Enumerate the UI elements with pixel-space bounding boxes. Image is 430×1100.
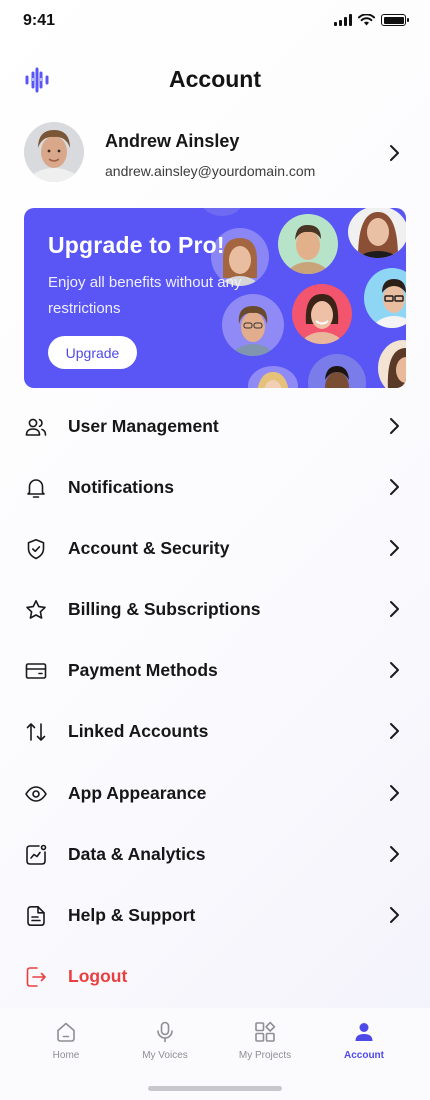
chevron-right-icon xyxy=(390,145,399,161)
menu-item-label: User Management xyxy=(68,416,219,436)
profile-name: Andrew Ainsley xyxy=(105,131,240,151)
menu-item-label: Account & Security xyxy=(68,538,230,559)
face-avatar xyxy=(248,366,298,388)
profile-row[interactable]: Andrew Ainsley andrew.ainsley@yourdomain… xyxy=(24,122,406,186)
arrows-icon xyxy=(26,723,46,742)
chevron-right-icon xyxy=(390,845,399,862)
menu-item-app-appearance[interactable]: App Appearance xyxy=(24,763,406,824)
menu-item-label: Linked Accounts xyxy=(68,721,209,742)
menu-item-account-security[interactable]: Account & Security xyxy=(24,518,406,579)
chevron-right-icon xyxy=(390,784,399,801)
chevron-right-icon xyxy=(390,906,399,923)
menu-item-label: Notifications xyxy=(68,477,174,498)
page-title: Account xyxy=(169,66,261,92)
grid-icon xyxy=(255,1021,276,1042)
chevron-right-icon xyxy=(390,601,399,618)
menu-item-user-management[interactable]: User Management xyxy=(24,396,406,457)
microphone-icon xyxy=(157,1021,173,1043)
menu-item-label: Payment Methods xyxy=(68,660,218,681)
nav-label: My Voices xyxy=(142,1050,188,1061)
wifi-icon xyxy=(358,14,375,26)
star-icon xyxy=(26,600,46,620)
header: Account xyxy=(0,58,430,102)
nav-label: My Projects xyxy=(238,1050,292,1061)
face-avatar xyxy=(278,214,338,274)
face-avatar xyxy=(378,340,406,388)
face-avatar xyxy=(348,208,406,258)
cellular-signal-icon xyxy=(334,14,352,26)
menu-item-linked-accounts[interactable]: Linked Accounts xyxy=(24,701,406,762)
eye-icon xyxy=(25,785,47,802)
menu-item-payment-methods[interactable]: Payment Methods xyxy=(24,640,406,701)
nav-label: Home xyxy=(52,1050,80,1061)
settings-menu: User Management Notifications Account & … xyxy=(24,396,406,1007)
banner-description: Enjoy all benefits without any restricti… xyxy=(48,274,242,317)
document-icon xyxy=(27,905,45,926)
status-time: 9:41 xyxy=(23,12,56,29)
menu-item-label: Data & Analytics xyxy=(68,843,206,864)
bell-icon xyxy=(27,479,45,498)
nav-home[interactable]: Home xyxy=(16,1020,116,1061)
nav-label: Account xyxy=(344,1050,384,1061)
logout-label: Logout xyxy=(68,965,128,986)
face-avatar xyxy=(364,268,406,328)
nav-my-voices[interactable]: My Voices xyxy=(115,1020,215,1061)
shield-icon xyxy=(27,539,45,560)
home-icon xyxy=(57,1022,75,1042)
menu-item-data-analytics[interactable]: Data & Analytics xyxy=(24,824,406,885)
menu-item-label: Billing & Subscriptions xyxy=(68,599,261,620)
menu-item-label: App Appearance xyxy=(68,782,207,803)
home-indicator xyxy=(148,1086,282,1091)
menu-item-help-support[interactable]: Help & Support xyxy=(24,885,406,946)
logout-button[interactable]: Logout xyxy=(24,946,406,1007)
chevron-right-icon xyxy=(390,723,399,740)
face-avatar xyxy=(308,354,366,388)
chevron-right-icon xyxy=(390,479,399,496)
status-bar: 9:41 xyxy=(0,0,430,44)
person-icon xyxy=(355,1023,373,1041)
face-avatar xyxy=(200,208,244,216)
avatar xyxy=(24,122,84,182)
logout-icon xyxy=(26,967,46,987)
chart-icon xyxy=(26,844,47,865)
face-avatar xyxy=(292,284,352,344)
chevron-right-icon xyxy=(390,540,399,557)
users-icon xyxy=(25,418,47,436)
chevron-right-icon xyxy=(390,662,399,679)
menu-item-notifications[interactable]: Notifications xyxy=(24,457,406,518)
profile-email: andrew.ainsley@yourdomain.com xyxy=(105,163,316,179)
menu-item-billing-subscriptions[interactable]: Billing & Subscriptions xyxy=(24,579,406,640)
upgrade-banner[interactable]: Upgrade to Pro! Enjoy all benefits witho… xyxy=(24,208,406,388)
banner-title: Upgrade to Pro! xyxy=(48,232,225,258)
nav-account[interactable]: Account xyxy=(314,1020,414,1061)
menu-item-label: Help & Support xyxy=(68,904,196,925)
battery-icon xyxy=(381,14,409,26)
card-icon xyxy=(25,663,47,680)
nav-my-projects[interactable]: My Projects xyxy=(215,1020,315,1061)
status-icons xyxy=(334,14,409,26)
upgrade-button[interactable]: Upgrade xyxy=(48,336,137,369)
chevron-right-icon xyxy=(390,418,399,434)
